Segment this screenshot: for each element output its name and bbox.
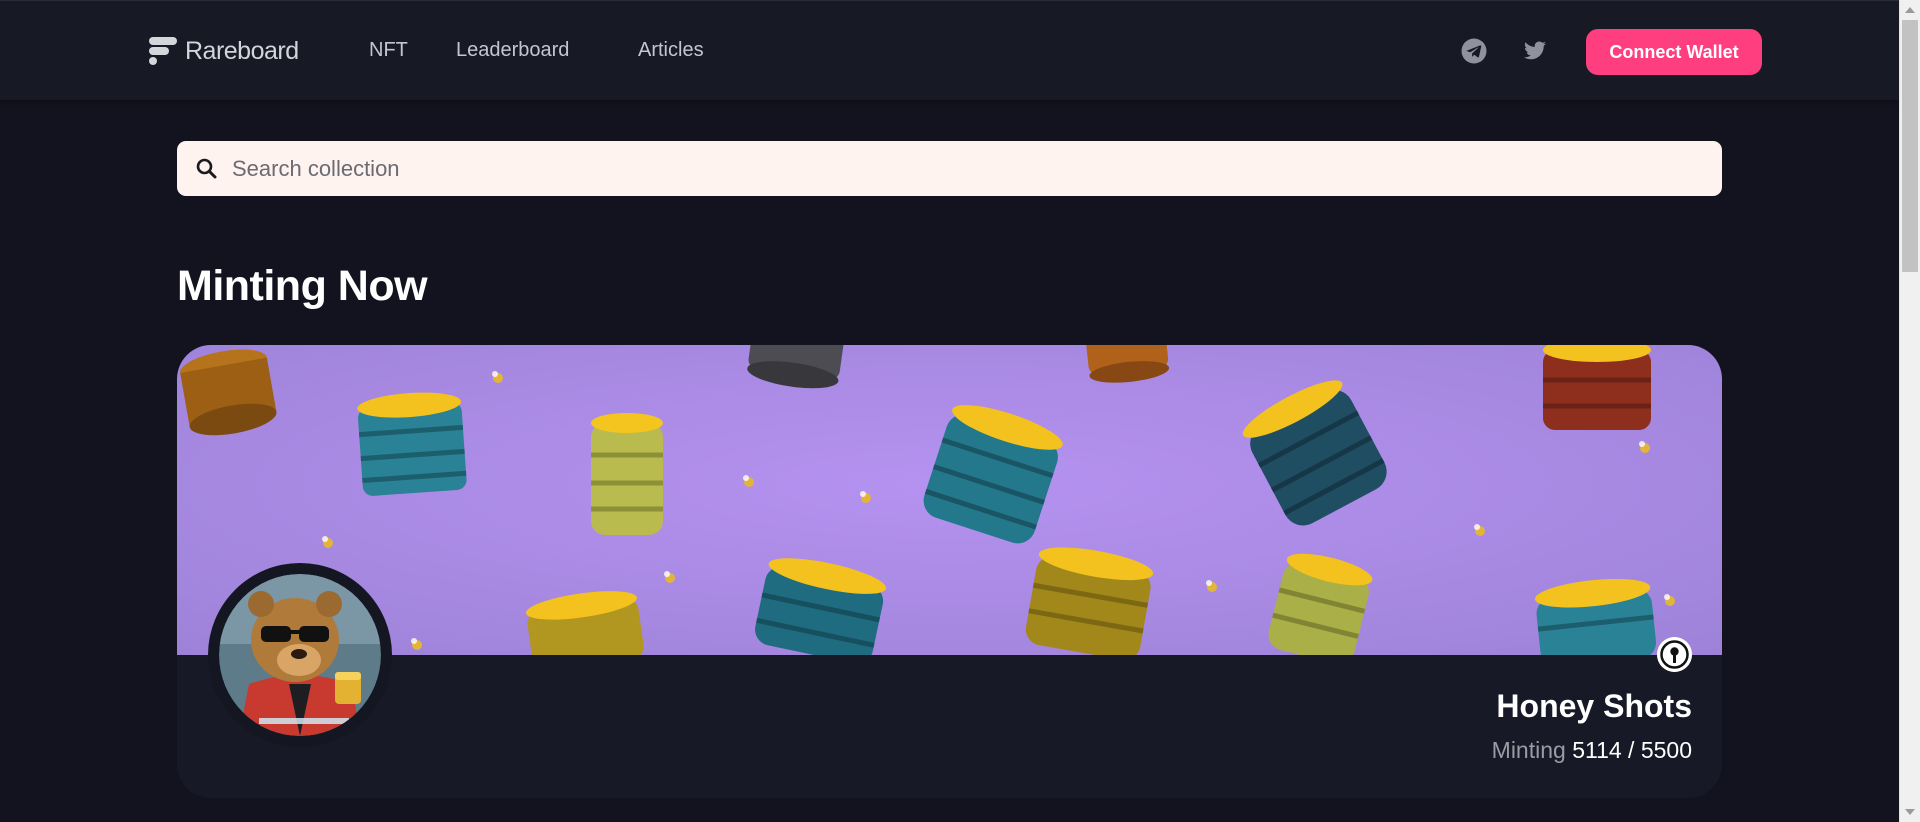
mint-progress-text: Minting 5114 / 5500 [1492,737,1692,764]
twitter-icon[interactable] [1522,38,1548,64]
search-bar [177,141,1722,196]
nav-link-articles[interactable]: Articles [638,39,704,62]
top-navbar: Rareboard NFT Leaderboard Articles Conne… [0,0,1899,100]
collection-banner-image [177,345,1722,655]
brand-name: Rareboard [185,36,299,65]
telegram-icon[interactable] [1461,38,1487,64]
scroll-down-arrow-icon[interactable] [1905,809,1915,815]
rareboard-logo-icon [149,37,177,65]
nav-link-leaderboard[interactable]: Leaderboard [456,39,569,62]
chain-badge-icon [1657,637,1692,672]
mint-status-label: Minting [1491,737,1566,763]
search-icon [196,158,217,179]
connect-wallet-button[interactable]: Connect Wallet [1586,29,1762,75]
search-input[interactable] [232,141,1702,196]
collection-avatar [208,563,392,747]
mint-count: 5114 / 5500 [1572,737,1692,763]
bear-avatar-image [219,574,381,736]
scrollbar-thumb[interactable] [1902,20,1918,272]
nav-link-nft[interactable]: NFT [369,39,408,62]
section-title-minting-now: Minting Now [177,262,428,310]
collection-name: Honey Shots [1496,688,1692,724]
collection-info-panel [177,655,1722,798]
scroll-up-arrow-icon[interactable] [1905,7,1915,13]
page-scrollbar[interactable] [1899,0,1920,822]
featured-collection-card[interactable]: Honey Shots Minting 5114 / 5500 [177,345,1722,798]
page: Rareboard NFT Leaderboard Articles Conne… [0,0,1920,822]
brand-logo[interactable]: Rareboard [149,36,299,66]
